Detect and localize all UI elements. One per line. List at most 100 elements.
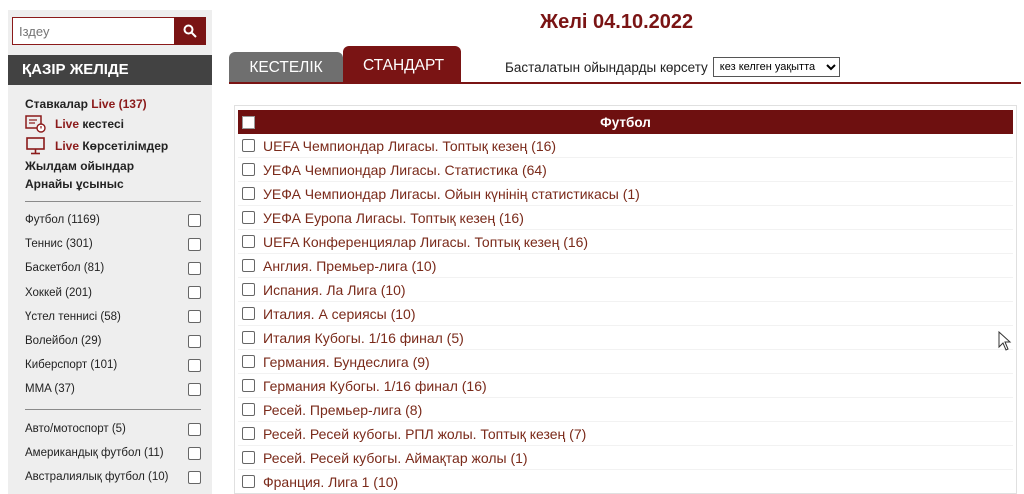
table-row[interactable]: Ресей. Ресей кубогы. Аймақтар жолы (1) xyxy=(238,446,1013,470)
row-checkbox[interactable] xyxy=(242,211,255,224)
upcoming-time-select[interactable]: кез келген уақытта xyxy=(712,57,840,77)
league-link[interactable]: Ресей. Ресей кубогы. РПЛ жолы. Топтық ке… xyxy=(263,426,586,442)
upcoming-filter: Басталатын ойындарды көрсету кез келген … xyxy=(505,57,840,77)
page-title: Желі 04.10.2022 xyxy=(540,11,694,33)
sport-label: Киберспорт (101) xyxy=(25,359,118,372)
view-tabs: КЕСТЕЛІК СТАНДАРТ xyxy=(229,46,461,83)
league-link[interactable]: Испания. Ла Лига (10) xyxy=(263,282,406,298)
row-checkbox[interactable] xyxy=(242,403,255,416)
sport-item[interactable]: Австралиялық футбол (10) xyxy=(25,465,201,489)
row-checkbox[interactable] xyxy=(242,379,255,392)
sport-item[interactable]: MMA (37) xyxy=(25,377,201,401)
table-header: Футбол xyxy=(238,110,1013,134)
league-link[interactable]: УЕФА Чемпиондар Лигасы. Ойын күнінің ста… xyxy=(263,186,640,202)
table-row[interactable]: UEFA Чемпиондар Лигасы. Топтық кезең (16… xyxy=(238,134,1013,158)
table-row[interactable]: Ресей. Премьер-лига (8) xyxy=(238,398,1013,422)
row-checkbox[interactable] xyxy=(242,307,255,320)
sport-item[interactable]: Американдық футбол (11) xyxy=(25,441,201,465)
league-link[interactable]: УЕФА Еуропа Лигасы. Топтық кезең (16) xyxy=(263,210,524,226)
table-row[interactable]: Германия Кубогы. 1/16 финал (16) xyxy=(238,374,1013,398)
sport-checkbox[interactable] xyxy=(188,446,201,460)
sport-label: Австралиялық футбол (10) xyxy=(25,471,169,484)
row-checkbox[interactable] xyxy=(242,331,255,344)
live-broadcasts-link[interactable]: Live Көрсетілімдер xyxy=(25,135,205,157)
league-link[interactable]: UEFA Чемпиондар Лигасы. Топтық кезең (16… xyxy=(263,138,556,154)
table-row[interactable]: Ресей. Ресей кубогы. РПЛ жолы. Топтық ке… xyxy=(238,422,1013,446)
live-broadcasts-live: Live xyxy=(55,139,80,153)
live-broadcasts-label: Көрсетілімдер xyxy=(82,139,169,153)
now-online-header: ҚАЗІР ЖЕЛІДЕ xyxy=(8,55,212,85)
row-checkbox[interactable] xyxy=(242,451,255,464)
tab-standard-view[interactable]: СТАНДАРТ xyxy=(343,46,461,83)
league-link[interactable]: Ресей. Ресей кубогы. Аймақтар жолы (1) xyxy=(263,450,528,466)
league-link[interactable]: Франция. Лига 1 (10) xyxy=(263,474,398,490)
sport-checkbox[interactable] xyxy=(188,213,201,227)
league-link[interactable]: Италия. А сериясы (10) xyxy=(263,306,416,322)
league-link[interactable]: Италия Кубогы. 1/16 финал (5) xyxy=(263,330,464,346)
sport-item[interactable]: Үстел теннисі (58) xyxy=(25,305,201,329)
table-row[interactable]: Германия. Бундеслига (9) xyxy=(238,350,1013,374)
league-link[interactable]: UEFA Конференциялар Лигасы. Топтық кезең… xyxy=(263,234,588,250)
live-schedule-link[interactable]: Live кестесі xyxy=(25,113,205,135)
upcoming-filter-label: Басталатын ойындарды көрсету xyxy=(505,59,708,75)
table-row[interactable]: Франция. Лига 1 (10) xyxy=(238,470,1013,493)
sport-item[interactable]: Авто/мотоспорт (5) xyxy=(25,417,201,441)
quick-games-link[interactable]: Жылдам ойындар xyxy=(25,157,205,175)
live-schedule-label: кестесі xyxy=(82,117,124,131)
league-link[interactable]: Германия. Бундеслига (9) xyxy=(263,354,430,370)
table-row[interactable]: Италия. А сериясы (10) xyxy=(238,302,1013,326)
row-checkbox[interactable] xyxy=(242,163,255,176)
sport-item[interactable]: Теннис (301) xyxy=(25,232,201,256)
sport-item[interactable]: Футбол (1169) xyxy=(25,208,201,232)
monitor-icon xyxy=(25,137,47,155)
sport-item[interactable]: Хоккей (201) xyxy=(25,281,201,305)
table-row[interactable]: УЕФА Еуропа Лигасы. Топтық кезең (16) xyxy=(238,206,1013,230)
sports-list-main: Футбол (1169) Теннис (301) Баскетбол (81… xyxy=(25,208,201,402)
row-checkbox[interactable] xyxy=(242,427,255,440)
sport-label: Баскетбол (81) xyxy=(25,262,105,275)
league-link[interactable]: Ресей. Премьер-лига (8) xyxy=(263,402,422,418)
sidebar-divider xyxy=(25,409,201,410)
sport-label: Американдық футбол (11) xyxy=(25,447,164,460)
sport-checkbox[interactable] xyxy=(188,310,201,324)
sport-checkbox[interactable] xyxy=(188,382,201,396)
tab-table-view[interactable]: КЕСТЕЛІК xyxy=(229,52,343,83)
row-checkbox[interactable] xyxy=(242,187,255,200)
league-link[interactable]: Англия. Премьер-лига (10) xyxy=(263,258,436,274)
sport-checkbox[interactable] xyxy=(188,286,201,300)
row-checkbox[interactable] xyxy=(242,235,255,248)
live-stakes-link[interactable]: Ставкалар Live (137) xyxy=(25,95,205,113)
league-link[interactable]: УЕФА Чемпиондар Лигасы. Статистика (64) xyxy=(263,162,547,178)
search-button[interactable] xyxy=(174,17,206,45)
league-link[interactable]: Германия Кубогы. 1/16 финал (16) xyxy=(263,378,487,394)
sport-label: Үстел теннисі (58) xyxy=(25,310,121,323)
row-checkbox[interactable] xyxy=(242,139,255,152)
sidebar-divider xyxy=(25,201,201,202)
sport-label: Авто/мотоспорт (5) xyxy=(25,423,126,436)
schedule-icon xyxy=(25,115,47,133)
sport-item[interactable]: Киберспорт (101) xyxy=(25,353,201,377)
table-row[interactable]: УЕФА Чемпиондар Лигасы. Статистика (64) xyxy=(238,158,1013,182)
row-checkbox[interactable] xyxy=(242,259,255,272)
sport-checkbox[interactable] xyxy=(188,334,201,348)
sport-checkbox[interactable] xyxy=(188,358,201,372)
sport-item[interactable]: Баскетбол (81) xyxy=(25,256,201,280)
sport-checkbox[interactable] xyxy=(188,261,201,275)
sport-checkbox[interactable] xyxy=(188,237,201,251)
sport-checkbox[interactable] xyxy=(188,422,201,436)
table-row[interactable]: Италия Кубогы. 1/16 финал (5) xyxy=(238,326,1013,350)
sport-label: Теннис (301) xyxy=(25,238,93,251)
row-checkbox[interactable] xyxy=(242,283,255,296)
sport-checkbox[interactable] xyxy=(188,470,201,484)
search-input[interactable] xyxy=(12,17,174,45)
special-offers-link[interactable]: Арнайы ұсыныс xyxy=(25,175,205,193)
table-row[interactable]: UEFA Конференциялар Лигасы. Топтық кезең… xyxy=(238,230,1013,254)
row-checkbox[interactable] xyxy=(242,355,255,368)
row-checkbox[interactable] xyxy=(242,475,255,488)
sport-label: Хоккей (201) xyxy=(25,286,92,299)
mouse-cursor-icon xyxy=(998,331,1012,351)
table-row[interactable]: Испания. Ла Лига (10) xyxy=(238,278,1013,302)
sport-item[interactable]: Волейбол (29) xyxy=(25,329,201,353)
table-row[interactable]: УЕФА Чемпиондар Лигасы. Ойын күнінің ста… xyxy=(238,182,1013,206)
table-row[interactable]: Англия. Премьер-лига (10) xyxy=(238,254,1013,278)
